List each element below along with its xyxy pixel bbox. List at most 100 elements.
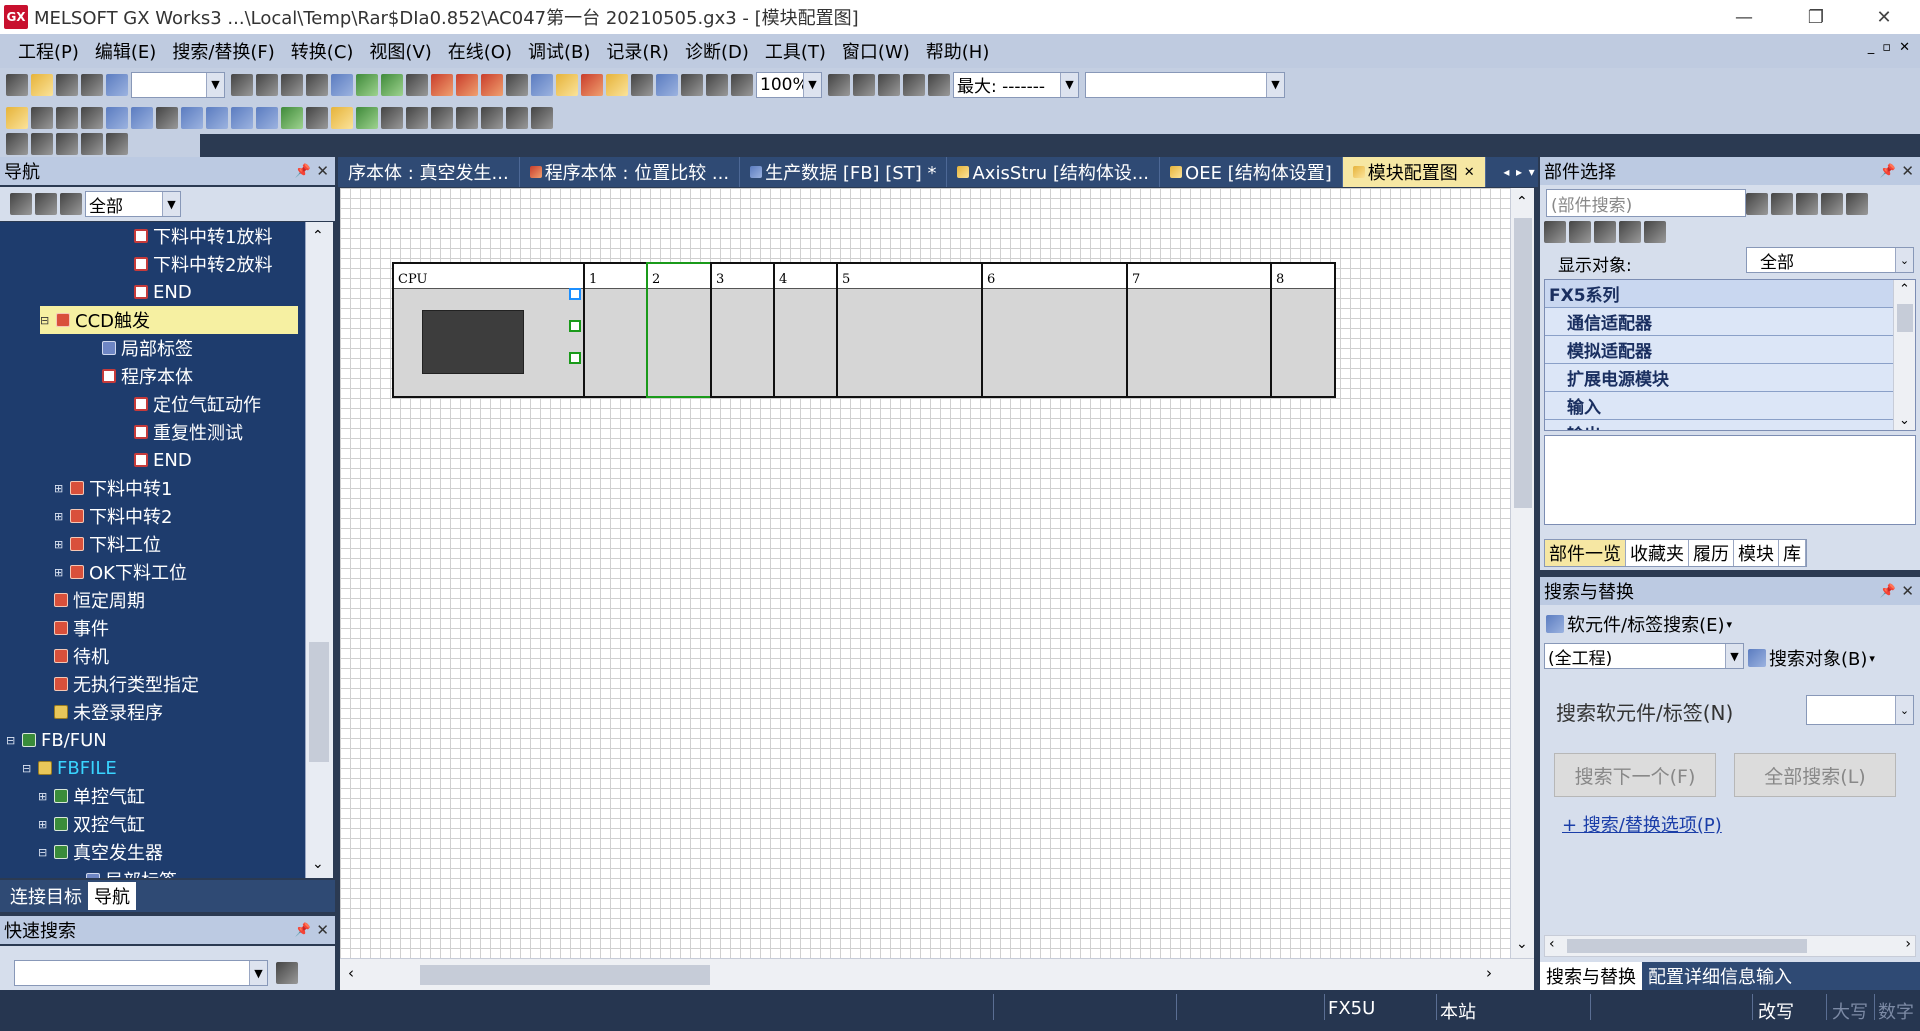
module-slot[interactable]: 1	[583, 262, 648, 398]
menu-window[interactable]: 窗口(W)	[842, 38, 910, 64]
expand-icon[interactable]: ⊞	[38, 790, 50, 803]
menu-view[interactable]: 视图(V)	[369, 38, 431, 64]
scroll-left-icon[interactable]: ‹	[1549, 936, 1555, 952]
stop-icon[interactable]	[853, 73, 875, 96]
menu-convert[interactable]: 转换(C)	[291, 38, 354, 64]
scroll-down-icon[interactable]: ⌄	[1899, 413, 1910, 428]
parts-scroll-thumb[interactable]	[1897, 304, 1913, 332]
expand-icon[interactable]	[1544, 221, 1566, 243]
settings-icon[interactable]	[1644, 221, 1666, 243]
device-comment-icon[interactable]	[181, 106, 203, 129]
tab-module-config[interactable]: 模块配置图 ✕	[1342, 157, 1486, 187]
navigation-filter-select[interactable]: 全部 ▼	[85, 191, 181, 217]
tree-item[interactable]: ⊟ 真空发生器	[38, 838, 163, 866]
device-list-icon[interactable]	[256, 106, 278, 129]
scroll-up-icon[interactable]: ⌃	[1899, 282, 1910, 297]
settings-icon[interactable]	[306, 106, 328, 129]
tab-position-compare[interactable]: 程序本体 : 位置比较 ...	[520, 157, 741, 187]
tree-item[interactable]: ⊞ OK下料工位	[54, 558, 187, 586]
module-slot[interactable]: 4	[773, 262, 838, 398]
copy-icon[interactable]	[256, 73, 278, 96]
search-options-link[interactable]: + 搜索/替换选项(P)	[1562, 811, 1722, 837]
scroll-right-icon[interactable]: ›	[1905, 936, 1911, 952]
tab-axisstru[interactable]: AxisStru [结构体设...	[947, 157, 1161, 187]
rectangle-icon[interactable]	[81, 133, 103, 155]
tab-navigation[interactable]: 导航	[88, 882, 136, 910]
close-icon[interactable]: ✕	[316, 162, 329, 180]
ellipse-icon[interactable]	[106, 133, 128, 155]
search-scroll-thumb[interactable]	[1567, 939, 1807, 953]
tree-item[interactable]: ⊞ 下料工位	[54, 530, 161, 558]
monitor-icon[interactable]	[506, 73, 528, 96]
zoom-select[interactable]: 100% ▼	[756, 71, 822, 98]
tree-item[interactable]: 定位气缸动作	[118, 390, 261, 418]
tree-item[interactable]: END	[118, 446, 192, 474]
list-item[interactable]: 模拟适配器	[1545, 336, 1915, 364]
tree-item[interactable]: 无执行类型指定	[38, 670, 199, 698]
check-icon[interactable]	[878, 73, 900, 96]
search-hscrollbar[interactable]: ‹ ›	[1544, 935, 1916, 957]
cpu-slot[interactable]: CPU	[392, 262, 585, 398]
module-icon[interactable]	[928, 73, 950, 96]
sort-icon-2[interactable]	[1846, 193, 1868, 215]
minimize-button[interactable]: —	[1708, 0, 1780, 34]
window-icon-3[interactable]	[531, 106, 553, 129]
module-slot[interactable]: 2	[646, 262, 712, 398]
close-icon[interactable]: ✕	[316, 921, 329, 939]
mdi-restore-button[interactable]: ▫	[1882, 40, 1891, 55]
edit-icon[interactable]	[331, 106, 353, 129]
menu-online[interactable]: 在线(O)	[448, 38, 512, 64]
delete-icon[interactable]	[1619, 221, 1641, 243]
series-row[interactable]: FX5系列	[1545, 280, 1915, 308]
menu-help[interactable]: 帮助(H)	[926, 38, 990, 64]
select-icon[interactable]	[6, 133, 28, 155]
tree-icon[interactable]	[10, 193, 32, 215]
sort-icon[interactable]	[1821, 193, 1843, 215]
close-icon[interactable]: ✕	[1901, 162, 1914, 180]
selection-handle[interactable]	[569, 320, 581, 332]
paste-icon[interactable]	[281, 73, 303, 96]
module-slot[interactable]: 6	[981, 262, 1128, 398]
tab-oee[interactable]: OEE [结构体设置]	[1160, 157, 1343, 187]
pin-icon[interactable]: 📌	[1880, 164, 1896, 179]
gear-icon[interactable]	[60, 193, 82, 215]
tab-parts-list[interactable]: 部件一览	[1545, 540, 1626, 566]
tab-vacuum-program[interactable]: 序本体 : 真空发生...	[338, 157, 520, 187]
tab-library[interactable]: 库	[1779, 540, 1806, 566]
module-slot[interactable]: 3	[710, 262, 775, 398]
tree-item[interactable]: 未登录程序	[38, 698, 163, 726]
tree-item[interactable]: 程序本体	[86, 362, 193, 390]
list-item[interactable]: 输出	[1545, 420, 1915, 430]
tab-connection-target[interactable]: 连接目标	[4, 882, 88, 910]
scroll-down-icon[interactable]: ⌄	[1516, 936, 1528, 952]
search-field-input[interactable]: ⌄	[1806, 695, 1914, 725]
module-slot[interactable]: 7	[1126, 262, 1272, 398]
tree-item[interactable]: END	[118, 278, 192, 306]
device-icon[interactable]	[331, 73, 353, 96]
tree-item[interactable]: 重复性测试	[118, 418, 243, 446]
tree-item[interactable]: ⊞ 下料中转1	[54, 474, 172, 502]
read-plc-icon[interactable]	[456, 73, 478, 96]
tree-item[interactable]: ⊞ 双控气缸	[38, 810, 145, 838]
online-icon[interactable]	[281, 106, 303, 129]
menu-project[interactable]: 工程(P)	[18, 38, 79, 64]
search-mode-dropdown[interactable]: 软元件/标签搜索(E) ▾	[1546, 611, 1732, 637]
find-all-button[interactable]: 全部搜索(L)	[1734, 753, 1896, 797]
list-icon[interactable]	[1796, 193, 1818, 215]
blank-select[interactable]: ▼	[1085, 71, 1285, 98]
toolbar-combo-1[interactable]: ▼	[131, 71, 225, 98]
undo-icon[interactable]	[306, 73, 328, 96]
restore-button[interactable]: ❐	[1780, 0, 1852, 34]
pin-icon[interactable]: 📌	[295, 164, 311, 179]
zoom-fit-icon[interactable]	[731, 73, 753, 96]
verify-icon[interactable]	[481, 73, 503, 96]
tab-list-icon[interactable]: ▾	[1529, 165, 1535, 179]
collapse-icon[interactable]: ⊟	[38, 846, 50, 859]
fit-icon[interactable]	[656, 73, 678, 96]
canvas-vertical-scrollbar[interactable]: ⌃ ⌄	[1510, 188, 1534, 958]
module-slot[interactable]: 8	[1270, 262, 1336, 398]
menu-find-replace[interactable]: 搜索/替换(F)	[172, 38, 274, 64]
tree-item[interactable]: ⊞ 下料中转2	[54, 502, 172, 530]
list-item[interactable]: 扩展电源模块	[1545, 364, 1915, 392]
list-item[interactable]: 输入	[1545, 392, 1915, 420]
